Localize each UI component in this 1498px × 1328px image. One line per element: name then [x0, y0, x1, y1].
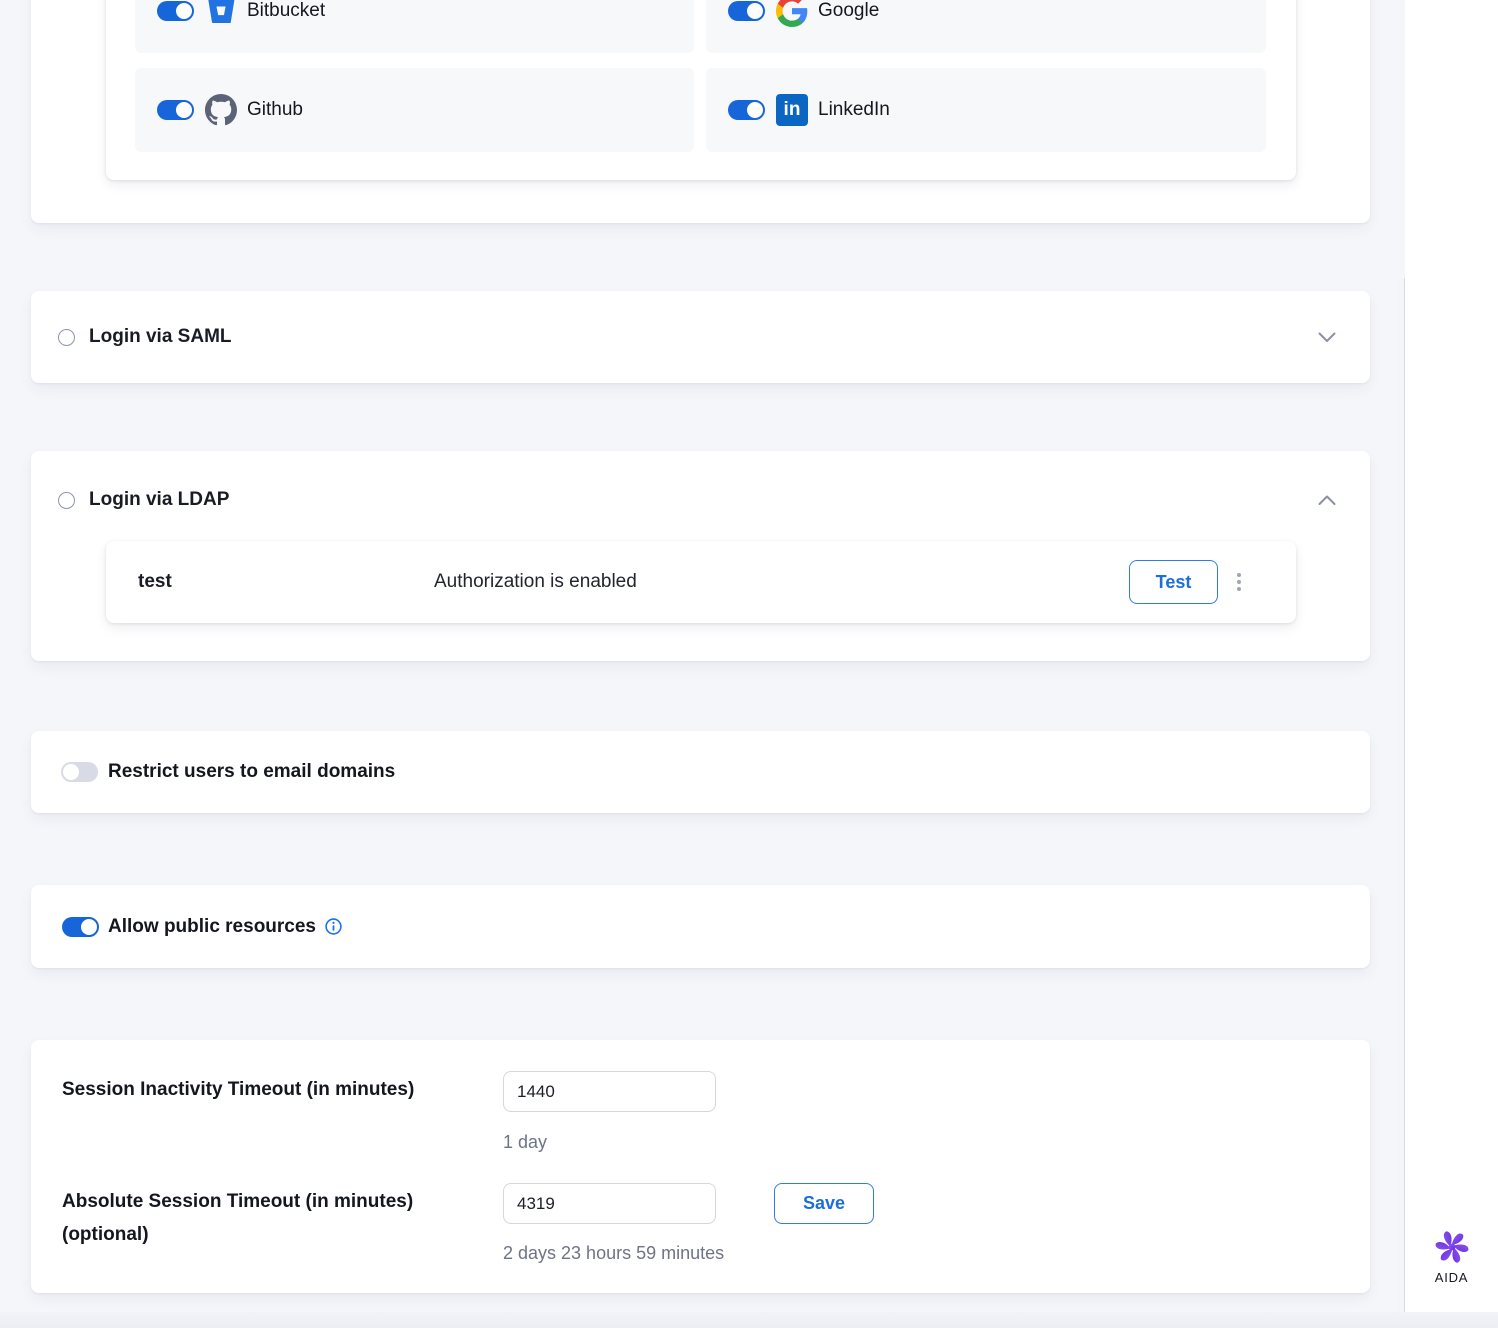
session-timeout-card: Session Inactivity Timeout (in minutes) … — [31, 1040, 1370, 1293]
ldap-connection-row: test Authorization is enabled Test — [106, 541, 1296, 623]
page-bottom-gradient — [0, 1312, 1498, 1328]
provider-tile-google: Google — [706, 0, 1266, 53]
toggle-knob — [745, 100, 765, 120]
aida-logo-icon — [1433, 1228, 1471, 1266]
provider-tile-linkedin: in LinkedIn — [706, 68, 1266, 152]
provider-label: Google — [818, 0, 879, 22]
absolute-timeout-label: Absolute Session Timeout (in minutes) (o… — [62, 1185, 462, 1252]
google-icon — [776, 0, 808, 27]
toggle-knob — [79, 917, 99, 937]
provider-label: Github — [247, 99, 303, 121]
restrict-domains-toggle[interactable] — [62, 762, 98, 782]
ldap-connection-status: Authorization is enabled — [434, 541, 637, 623]
ldap-title: Login via LDAP — [89, 489, 229, 511]
public-resources-card: Allow public resources — [31, 885, 1370, 968]
saml-title: Login via SAML — [89, 326, 232, 348]
saml-card: Login via SAML — [31, 291, 1370, 383]
inactivity-timeout-hint: 1 day — [503, 1132, 547, 1153]
provider-tile-github: Github — [135, 68, 694, 152]
absolute-timeout-hint: 2 days 23 hours 59 minutes — [503, 1243, 724, 1264]
provider-tile-bitbucket: Bitbucket — [135, 0, 694, 53]
aida-logo-text: AIDA — [1435, 1270, 1469, 1285]
restrict-domains-card: Restrict users to email domains — [31, 731, 1370, 813]
provider-label: LinkedIn — [818, 99, 890, 121]
github-toggle[interactable] — [157, 100, 193, 120]
toggle-knob — [61, 762, 81, 782]
saml-radio[interactable] — [58, 329, 75, 346]
absolute-timeout-input[interactable] — [503, 1183, 716, 1224]
right-side-panel — [1405, 0, 1498, 1315]
provider-label: Bitbucket — [247, 0, 325, 22]
panel-divider — [1404, 278, 1405, 1315]
toggle-knob — [174, 100, 194, 120]
ldap-card: Login via LDAP test Authorization is ena… — [31, 451, 1370, 661]
ldap-test-button[interactable]: Test — [1129, 560, 1218, 604]
github-icon — [205, 94, 237, 126]
public-resources-toggle[interactable] — [62, 917, 98, 937]
ldap-connection-name: test — [138, 541, 172, 623]
restrict-domains-label: Restrict users to email domains — [108, 761, 395, 783]
public-resources-label: Allow public resources — [108, 916, 316, 938]
inactivity-timeout-label: Session Inactivity Timeout (in minutes) — [62, 1073, 482, 1106]
settings-page: Bitbucket Google Github in LinkedI — [0, 0, 1498, 1328]
bitbucket-toggle[interactable] — [157, 1, 193, 21]
ldap-header[interactable]: Login via LDAP — [31, 451, 1370, 541]
kebab-menu-icon[interactable] — [1237, 573, 1241, 591]
linkedin-icon: in — [776, 94, 808, 126]
inactivity-timeout-input[interactable] — [503, 1071, 716, 1112]
ldap-radio[interactable] — [58, 492, 75, 509]
chevron-up-icon[interactable] — [1318, 495, 1336, 506]
aida-launcher[interactable]: AIDA — [1405, 1228, 1498, 1285]
info-icon[interactable] — [325, 918, 342, 935]
saml-header[interactable]: Login via SAML — [31, 291, 1370, 383]
google-toggle[interactable] — [728, 1, 764, 21]
linkedin-toggle[interactable] — [728, 100, 764, 120]
bitbucket-icon — [205, 0, 237, 27]
toggle-knob — [174, 1, 194, 21]
chevron-down-icon[interactable] — [1318, 332, 1336, 343]
save-button[interactable]: Save — [774, 1183, 874, 1224]
toggle-knob — [745, 1, 765, 21]
